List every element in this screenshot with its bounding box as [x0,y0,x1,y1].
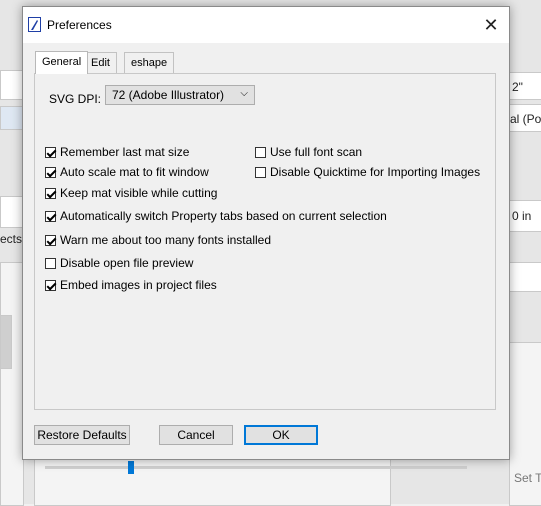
checkbox-box[interactable] [45,257,56,269]
checkbox-box[interactable] [45,279,56,291]
checkbox-auto-switch-property-tabs[interactable]: Automatically switch Property tabs based… [45,208,387,224]
bg-panel [0,262,24,506]
checkbox-label: Disable open file preview [60,256,194,270]
dialog-title: Preferences [47,18,112,32]
checkbox-box[interactable] [45,187,56,199]
bg-slider-thumb[interactable] [128,461,134,474]
cancel-button[interactable]: Cancel [159,425,233,445]
svg-dpi-value: 72 (Adobe Illustrator) [112,88,225,102]
bg-text: 0 in [512,209,532,223]
bg-field [0,106,24,130]
checkbox-auto-scale-mat[interactable]: Auto scale mat to fit window [45,164,209,180]
checkbox-disable-quicktime[interactable]: Disable Quicktime for Importing Images [255,164,480,180]
checkbox-label: Keep mat visible while cutting [60,186,218,200]
checkbox-box[interactable] [45,166,56,178]
checkbox-label: Embed images in project files [60,278,217,292]
checkbox-box[interactable] [45,210,56,222]
bg-slider-track [45,466,467,469]
app-icon [28,17,41,32]
checkbox-label: Use full font scan [270,145,363,159]
checkbox-box[interactable] [45,146,56,158]
bg-field [0,196,24,228]
checkbox-keep-mat-visible[interactable]: Keep mat visible while cutting [45,185,217,201]
pen-icon [31,20,38,30]
close-button[interactable]: ✕ [477,13,505,37]
tab-edit[interactable]: Edit [84,52,117,73]
checkbox-remember-mat-size[interactable]: Remember last mat size [45,144,189,160]
tab-general[interactable]: General [35,51,89,74]
checkbox-box[interactable] [255,146,266,158]
bg-text: Set T [514,471,541,485]
svg-dpi-select[interactable]: 72 (Adobe Illustrator) ⌵ [105,85,255,105]
checkbox-box[interactable] [45,234,56,246]
bg-text: ects [0,232,23,246]
checkbox-label: Remember last mat size [60,145,190,159]
bg-field [509,262,541,292]
bg-text: al (Portr [510,112,541,126]
restore-defaults-button[interactable]: Restore Defaults [34,425,130,445]
checkbox-box[interactable] [255,166,266,178]
checkbox-label: Disable Quicktime for Importing Images [270,165,481,179]
preferences-dialog: Preferences ✕ General Edit eshape SVG DP… [22,6,510,460]
bg-scrollbar [0,315,12,369]
checkbox-embed-images[interactable]: Embed images in project files [45,277,217,293]
checkbox-warn-too-many-fonts[interactable]: Warn me about too many fonts installed [45,232,271,248]
checkbox-disable-open-file-preview[interactable]: Disable open file preview [45,255,193,271]
bg-field [0,70,24,100]
checkbox-use-full-font-scan[interactable]: Use full font scan [255,144,362,160]
checkbox-label: Warn me about too many fonts installed [60,233,271,247]
svg-dpi-label: SVG DPI: [49,92,102,106]
checkbox-label: Automatically switch Property tabs based… [60,209,387,223]
checkbox-label: Auto scale mat to fit window [60,165,209,179]
bg-text: 2" [512,80,523,94]
title-bar: Preferences ✕ [23,7,509,43]
chevron-down-icon: ⌵ [240,88,248,99]
ok-button[interactable]: OK [244,425,318,445]
tab-eshape[interactable]: eshape [124,52,175,73]
close-icon: ✕ [483,15,499,35]
